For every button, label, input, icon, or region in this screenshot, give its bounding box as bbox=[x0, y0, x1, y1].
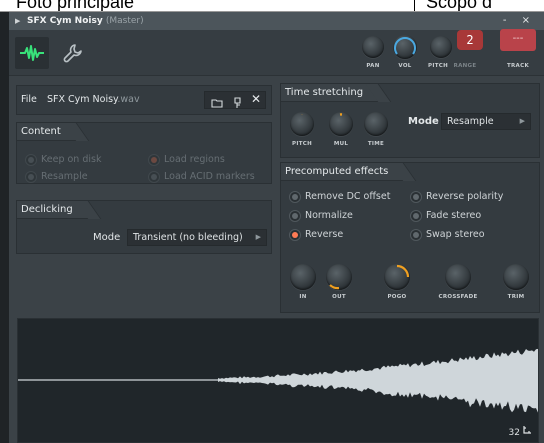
range-label: RANGE bbox=[453, 63, 477, 69]
stretch-pitch-knob[interactable] bbox=[290, 112, 314, 136]
mixer-track-selector[interactable]: --- bbox=[500, 29, 536, 51]
waveform-tab-icon[interactable] bbox=[15, 37, 49, 69]
load-acid-markers-radio[interactable] bbox=[148, 171, 160, 183]
swap-stereo-label: Swap stereo bbox=[426, 229, 485, 240]
in-knob[interactable] bbox=[290, 264, 316, 290]
pitch-label: PITCH bbox=[428, 63, 448, 69]
load-regions-label: Load regions bbox=[164, 154, 225, 165]
stretch-mode-label: Mode bbox=[408, 116, 439, 127]
crossfade-label: CROSSFADE bbox=[438, 294, 478, 300]
time-stretching-panel: Time stretching PITCH MUL TIME Mode Resa… bbox=[280, 83, 540, 158]
declicking-panel: Declicking Mode Transient (no bleeding) ▶ bbox=[16, 200, 272, 254]
bg-left-text: Foto principale bbox=[0, 0, 415, 11]
normalize-radio[interactable] bbox=[289, 210, 301, 222]
declicking-title: Declicking bbox=[17, 201, 89, 219]
content-panel: Content Keep on disk Load regions Resamp… bbox=[16, 122, 272, 184]
resample-radio[interactable] bbox=[25, 171, 37, 183]
file-name[interactable]: SFX Cym Noisy.wav bbox=[47, 94, 140, 105]
snap-icon[interactable] bbox=[523, 419, 532, 438]
stretch-mode-dropdown[interactable]: Resample ▶ bbox=[441, 113, 531, 130]
window-menu-arrow-icon[interactable]: ▶ bbox=[15, 12, 20, 30]
channel-settings-window: ▶ SFX Cym Noisy (Master) - × PAN VOL PIT… bbox=[9, 12, 544, 443]
time-stretching-title: Time stretching bbox=[281, 84, 380, 102]
open-folder-icon[interactable] bbox=[211, 94, 223, 113]
waveform-graphic bbox=[18, 348, 538, 413]
waveform-display[interactable]: 32 bbox=[17, 318, 539, 443]
fade-stereo-label: Fade stereo bbox=[426, 210, 482, 221]
load-regions-radio[interactable] bbox=[148, 154, 160, 166]
vol-knob[interactable] bbox=[393, 35, 417, 59]
reverse-label: Reverse bbox=[305, 229, 344, 240]
file-panel: File SFX Cym Noisy.wav ✕ bbox=[16, 85, 272, 115]
declick-mode-value: Transient (no bleeding) bbox=[133, 232, 243, 243]
chevron-right-icon: ▶ bbox=[255, 233, 261, 241]
window-controls[interactable]: - × bbox=[503, 12, 536, 30]
stretch-time-label: TIME bbox=[367, 141, 385, 147]
precomputed-title: Precomputed effects bbox=[281, 163, 405, 181]
pan-label: PAN bbox=[366, 63, 380, 69]
remove-dc-offset-label: Remove DC offset bbox=[305, 191, 391, 202]
precomputed-effects-panel: Precomputed effects Remove DC offset Rev… bbox=[280, 162, 540, 313]
window-subtitle: (Master) bbox=[105, 16, 144, 26]
file-label: File bbox=[21, 94, 37, 105]
resample-label: Resample bbox=[41, 171, 88, 182]
stretch-mul-label: MUL bbox=[333, 141, 349, 147]
pan-knob[interactable] bbox=[362, 36, 384, 58]
reverse-polarity-radio[interactable] bbox=[410, 191, 422, 203]
close-file-icon[interactable]: ✕ bbox=[251, 92, 261, 106]
trim-knob[interactable] bbox=[503, 264, 529, 290]
pogo-label: POGO bbox=[387, 294, 407, 300]
pitch-knob[interactable] bbox=[430, 36, 452, 58]
in-label: IN bbox=[299, 294, 307, 300]
trim-label: TRIM bbox=[507, 294, 525, 300]
swap-stereo-radio[interactable] bbox=[410, 229, 422, 241]
content-title: Content bbox=[17, 123, 77, 141]
keep-on-disk-label: Keep on disk bbox=[41, 154, 102, 165]
bg-right-text: Scopo d bbox=[426, 0, 493, 12]
file-actions: ✕ bbox=[204, 91, 266, 109]
zoom-value: 32 bbox=[508, 428, 520, 438]
window-title: SFX Cym Noisy (Master) bbox=[27, 16, 144, 26]
track-label: TRACK bbox=[506, 63, 530, 69]
crossfade-knob[interactable] bbox=[445, 264, 471, 290]
fade-stereo-radio[interactable] bbox=[410, 210, 422, 222]
background-document: Foto principale Scopo d bbox=[0, 0, 544, 12]
normalize-label: Normalize bbox=[305, 210, 353, 221]
reverse-polarity-label: Reverse polarity bbox=[426, 191, 504, 202]
reverse-radio[interactable] bbox=[289, 229, 301, 241]
stretch-pitch-label: PITCH bbox=[292, 141, 312, 147]
out-knob[interactable] bbox=[326, 264, 352, 290]
vol-label: VOL bbox=[398, 63, 412, 69]
pitch-range-value[interactable]: 2 bbox=[457, 30, 483, 50]
wrench-tab-icon[interactable] bbox=[55, 37, 89, 69]
declick-mode-dropdown[interactable]: Transient (no bleeding) ▶ bbox=[127, 229, 267, 246]
stretch-mul-knob[interactable] bbox=[329, 112, 353, 136]
stretch-time-knob[interactable] bbox=[364, 112, 388, 136]
pogo-knob[interactable] bbox=[384, 264, 410, 290]
stretch-mode-value: Resample bbox=[447, 116, 494, 127]
keep-on-disk-radio[interactable] bbox=[25, 154, 37, 166]
load-acid-markers-label: Load ACID markers bbox=[164, 171, 255, 182]
out-label: OUT bbox=[332, 294, 346, 300]
edit-sample-icon[interactable] bbox=[232, 94, 244, 113]
chevron-right-icon: ▶ bbox=[519, 117, 525, 125]
title-bar[interactable]: ▶ SFX Cym Noisy (Master) - × bbox=[9, 12, 544, 30]
declick-mode-label: Mode bbox=[93, 232, 121, 243]
remove-dc-offset-radio[interactable] bbox=[289, 191, 301, 203]
